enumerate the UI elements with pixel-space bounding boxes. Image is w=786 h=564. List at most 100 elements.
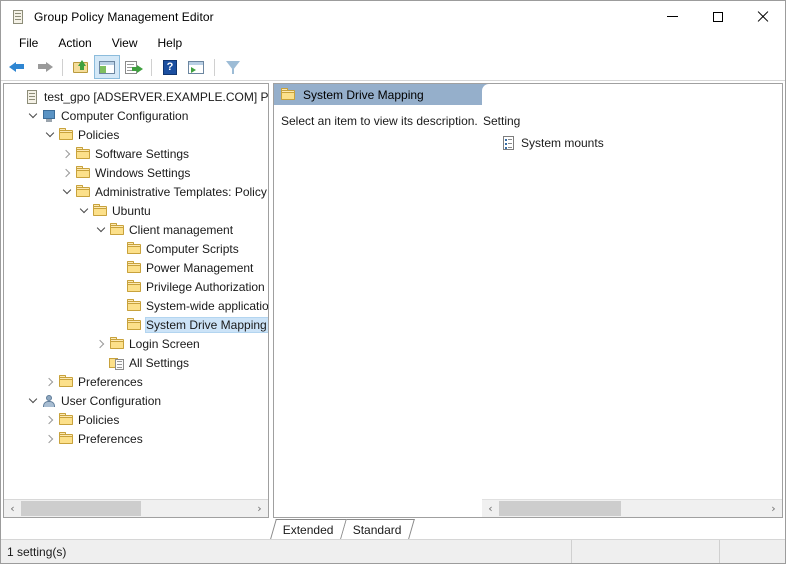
- tree-item-preferences[interactable]: Preferences: [4, 429, 268, 448]
- menu-action[interactable]: Action: [48, 34, 101, 52]
- folder-icon: [126, 279, 142, 295]
- tree-item-preferences[interactable]: Preferences: [4, 372, 268, 391]
- tree-item-client-management[interactable]: Client management: [4, 220, 268, 239]
- tree-scroll-track[interactable]: [21, 500, 251, 517]
- column-header-setting[interactable]: Setting: [482, 114, 782, 133]
- chevron-down-icon[interactable]: [42, 127, 58, 143]
- tree-item-label: User Configuration: [61, 393, 162, 408]
- detail-horizontal-scrollbar[interactable]: ‹ ›: [482, 499, 782, 517]
- tree-item-privilege-authorization[interactable]: Privilege Authorization: [4, 277, 268, 296]
- toolbar-separator: [214, 58, 215, 76]
- back-button[interactable]: [5, 55, 31, 79]
- tree-item-label: Ubuntu: [112, 203, 151, 218]
- filter-button[interactable]: [220, 55, 246, 79]
- folder-icon: [109, 336, 125, 352]
- export-list-button[interactable]: [120, 55, 146, 79]
- tree-item-system-drive-mapping[interactable]: System Drive Mapping: [4, 315, 268, 334]
- tab-extended[interactable]: Extended: [270, 519, 347, 539]
- tree-item-label: Windows Settings: [95, 165, 191, 180]
- tree-horizontal-scrollbar[interactable]: ‹ ›: [4, 499, 268, 517]
- tree-item-test-gpo-adserver-example-com-policy[interactable]: test_gpo [ADSERVER.EXAMPLE.COM] Policy: [4, 87, 268, 106]
- maximize-button[interactable]: [695, 1, 740, 32]
- tree-scroll-left-button[interactable]: ‹: [4, 500, 21, 517]
- tree-item-label: System-wide applicatio: [146, 298, 268, 313]
- detail-scroll-thumb[interactable]: [499, 501, 621, 516]
- chevron-down-icon[interactable]: [59, 184, 75, 200]
- show-hide-tree-icon: [97, 58, 117, 76]
- chevron-right-icon[interactable]: [42, 412, 58, 428]
- folder-icon: [58, 412, 74, 428]
- detail-body: Select an item to view its description. …: [274, 105, 782, 499]
- detail-scroll-left-button[interactable]: ‹: [482, 500, 499, 517]
- folder-icon: [92, 203, 108, 219]
- detail-banner: System Drive Mapping: [274, 84, 782, 105]
- tree-item-administrative-templates-policy-d[interactable]: Administrative Templates: Policy d: [4, 182, 268, 201]
- tree-item-label: All Settings: [129, 355, 190, 370]
- chevron-down-icon[interactable]: [25, 108, 41, 124]
- up-one-level-button[interactable]: [68, 55, 94, 79]
- detail-scroll-right-button[interactable]: ›: [765, 500, 782, 517]
- tree-item-windows-settings[interactable]: Windows Settings: [4, 163, 268, 182]
- tree-item-computer-configuration[interactable]: Computer Configuration: [4, 106, 268, 125]
- tree-item-label: Software Settings: [95, 146, 190, 161]
- help-button[interactable]: ?: [157, 55, 183, 79]
- show-hide-tree-button[interactable]: [94, 55, 120, 79]
- menu-help[interactable]: Help: [148, 34, 193, 52]
- tree-item-all-settings[interactable]: All Settings: [4, 353, 268, 372]
- chevron-down-icon[interactable]: [25, 393, 41, 409]
- close-button[interactable]: [740, 1, 785, 32]
- tab-standard[interactable]: Standard: [340, 519, 415, 539]
- forward-button[interactable]: [31, 55, 57, 79]
- tree-item-software-settings[interactable]: Software Settings: [4, 144, 268, 163]
- tree-scroll-right-button[interactable]: ›: [251, 500, 268, 517]
- tree-item-user-configuration[interactable]: User Configuration: [4, 391, 268, 410]
- status-cell-middle: [571, 540, 719, 563]
- chevron-right-icon[interactable]: [93, 336, 109, 352]
- list-item[interactable]: System mounts: [482, 133, 782, 153]
- tree-item-computer-scripts[interactable]: Computer Scripts: [4, 239, 268, 258]
- tree-item-ubuntu[interactable]: Ubuntu: [4, 201, 268, 220]
- console-tree[interactable]: test_gpo [ADSERVER.EXAMPLE.COM] Policy Co…: [4, 84, 268, 499]
- twisty-placeholder: [93, 355, 109, 371]
- menu-view[interactable]: View: [102, 34, 148, 52]
- tree-item-label: Login Screen: [129, 336, 200, 351]
- chevron-down-icon[interactable]: [93, 222, 109, 238]
- tree-item-login-screen[interactable]: Login Screen: [4, 334, 268, 353]
- folder-icon: [126, 260, 142, 276]
- minimize-icon: [667, 16, 678, 17]
- properties-button[interactable]: [183, 55, 209, 79]
- folder-icon: [126, 317, 142, 333]
- folder-icon: [126, 241, 142, 257]
- properties-icon: [186, 58, 206, 76]
- chevron-down-icon[interactable]: [76, 203, 92, 219]
- detail-pane: System Drive Mapping Select an item to v…: [273, 83, 783, 518]
- minimize-button[interactable]: [650, 1, 695, 32]
- chevron-right-icon[interactable]: [59, 165, 75, 181]
- tree-item-policies[interactable]: Policies: [4, 410, 268, 429]
- help-icon: ?: [160, 58, 180, 76]
- monitor-icon: [41, 108, 57, 124]
- tree-item-power-management[interactable]: Power Management: [4, 258, 268, 277]
- chevron-right-icon[interactable]: [42, 431, 58, 447]
- twisty-placeholder: [110, 260, 126, 276]
- help-question-glyph: ?: [163, 60, 177, 75]
- window-title: Group Policy Management Editor: [34, 9, 214, 24]
- folder-icon: [126, 298, 142, 314]
- tree-item-policies[interactable]: Policies: [4, 125, 268, 144]
- menu-file[interactable]: File: [9, 34, 48, 52]
- twisty-placeholder: [110, 279, 126, 295]
- tree-scroll-thumb[interactable]: [21, 501, 141, 516]
- window-controls: [650, 1, 785, 32]
- title-bar: Group Policy Management Editor: [1, 1, 785, 32]
- detail-banner-title: System Drive Mapping: [303, 87, 424, 102]
- tree-item-system-wide-applicatio[interactable]: System-wide applicatio: [4, 296, 268, 315]
- twisty-placeholder: [110, 298, 126, 314]
- chevron-right-icon[interactable]: [59, 146, 75, 162]
- tree-item-label: Computer Configuration: [61, 108, 189, 123]
- twisty-placeholder: [110, 241, 126, 257]
- chevron-right-icon[interactable]: [42, 374, 58, 390]
- folder-icon: [75, 146, 91, 162]
- folder-icon: [58, 374, 74, 390]
- tree-item-label: Policies: [78, 412, 120, 427]
- detail-scroll-track[interactable]: [499, 500, 765, 517]
